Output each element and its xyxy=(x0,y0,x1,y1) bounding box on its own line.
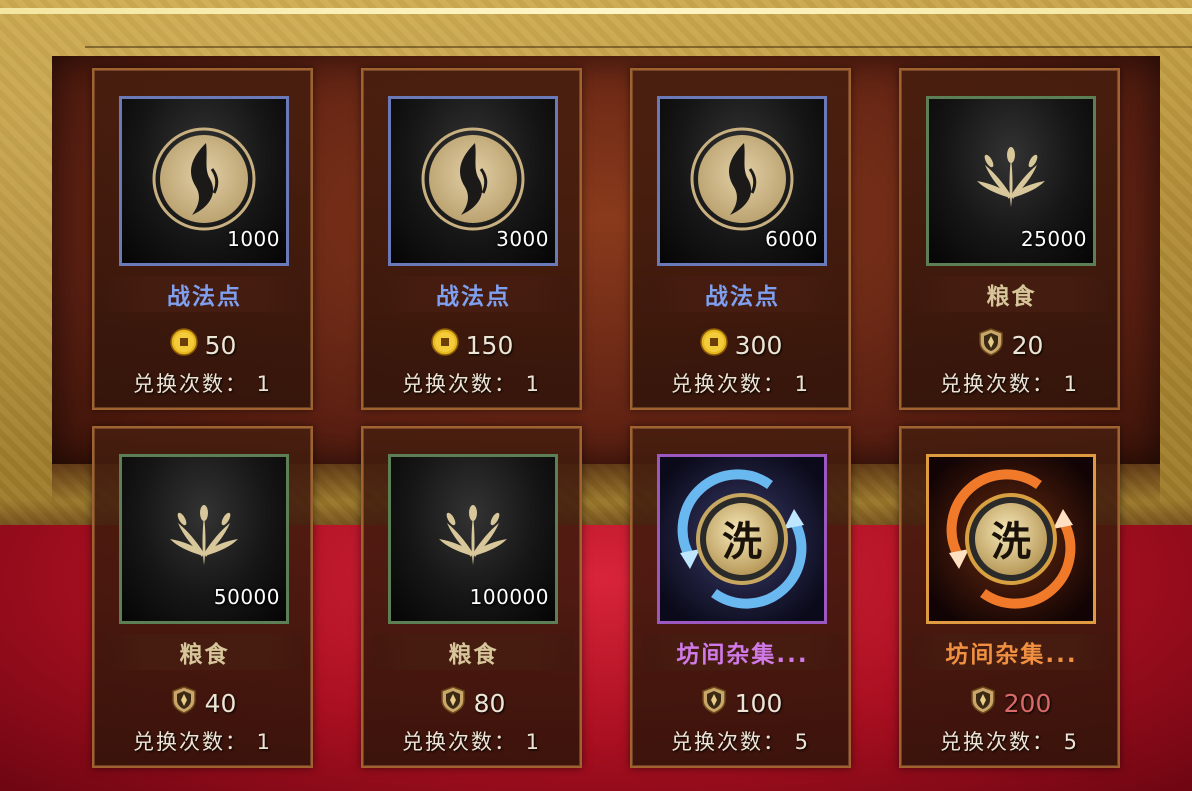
copper-coin-icon xyxy=(430,327,460,363)
copper-coin-icon xyxy=(699,327,729,363)
item-icon-frame: 洗 xyxy=(926,454,1096,624)
item-quantity: 50000 xyxy=(213,585,280,609)
item-price: 20 xyxy=(901,328,1118,362)
item-quantity: 3000 xyxy=(496,227,549,251)
shield-token-icon xyxy=(438,685,468,721)
exchange-card-6[interactable]: 100000 粮食 80 兑换次数： 1 xyxy=(361,426,582,768)
item-icon-frame: 6000 xyxy=(657,96,827,266)
item-quantity: 6000 xyxy=(765,227,818,251)
item-quantity: 1000 xyxy=(227,227,280,251)
item-price: 150 xyxy=(363,328,580,362)
item-name: 战法点 xyxy=(105,276,304,312)
exchange-card-4[interactable]: 25000 粮食 20 兑换次数： 1 xyxy=(899,68,1120,410)
price-value: 40 xyxy=(204,688,237,718)
exchange-count: 兑换次数： 1 xyxy=(401,372,542,396)
exchange-card-1[interactable]: 1000 战法点 50 兑换次数： 1 xyxy=(92,68,313,410)
exchange-card-5[interactable]: 50000 粮食 40 兑换次数： 1 xyxy=(92,426,313,768)
item-icon-frame: 25000 xyxy=(926,96,1096,266)
copper-coin-icon xyxy=(169,327,199,363)
exchange-count: 兑换次数： 1 xyxy=(401,730,542,754)
exchange-count: 兑换次数： 1 xyxy=(670,372,811,396)
item-icon-frame: 3000 xyxy=(388,96,558,266)
exchange-grid: 1000 战法点 50 兑换次数： 1 3000 战法点 150 兑换次数： 1… xyxy=(92,68,1120,768)
price-value: 20 xyxy=(1011,330,1044,360)
item-name: 战法点 xyxy=(643,276,842,312)
item-price: 100 xyxy=(632,686,849,720)
exchange-card-8[interactable]: 洗 坊间杂集... 200 兑换次数： 5 xyxy=(899,426,1120,768)
item-name: 粮食 xyxy=(374,634,573,670)
item-price: 50 xyxy=(94,328,311,362)
item-price: 200 xyxy=(901,686,1118,720)
exchange-count: 兑换次数： 5 xyxy=(939,730,1080,754)
price-value: 200 xyxy=(1003,688,1052,718)
item-price: 300 xyxy=(632,328,849,362)
svg-text:洗: 洗 xyxy=(991,519,1031,565)
price-value: 100 xyxy=(734,688,783,718)
exchange-count: 兑换次数： 1 xyxy=(132,372,273,396)
svg-text:洗: 洗 xyxy=(722,519,762,565)
shield-token-icon xyxy=(976,327,1006,363)
exchange-card-3[interactable]: 6000 战法点 300 兑换次数： 1 xyxy=(630,68,851,410)
item-icon-frame: 100000 xyxy=(388,454,558,624)
price-value: 80 xyxy=(473,688,506,718)
item-quantity: 100000 xyxy=(469,585,549,609)
shield-token-icon xyxy=(699,685,729,721)
price-value: 150 xyxy=(465,330,514,360)
item-price: 40 xyxy=(94,686,311,720)
item-name: 粮食 xyxy=(105,634,304,670)
shield-token-icon xyxy=(169,685,199,721)
price-value: 300 xyxy=(734,330,783,360)
item-name: 坊间杂集... xyxy=(912,634,1111,670)
item-quantity: 25000 xyxy=(1020,227,1087,251)
exchange-card-2[interactable]: 3000 战法点 150 兑换次数： 1 xyxy=(361,68,582,410)
item-name: 粮食 xyxy=(912,276,1111,312)
top-rule xyxy=(85,46,1192,48)
item-icon-frame: 洗 xyxy=(657,454,827,624)
exchange-count: 兑换次数： 1 xyxy=(132,730,273,754)
exchange-count: 兑换次数： 5 xyxy=(670,730,811,754)
exchange-count: 兑换次数： 1 xyxy=(939,372,1080,396)
exchange-card-7[interactable]: 洗 坊间杂集... 100 兑换次数： 5 xyxy=(630,426,851,768)
shield-token-icon xyxy=(968,685,998,721)
item-icon-frame: 50000 xyxy=(119,454,289,624)
item-icon-frame: 1000 xyxy=(119,96,289,266)
item-price: 80 xyxy=(363,686,580,720)
price-value: 50 xyxy=(204,330,237,360)
item-name: 战法点 xyxy=(374,276,573,312)
item-name: 坊间杂集... xyxy=(643,634,842,670)
top-border xyxy=(0,8,1192,14)
